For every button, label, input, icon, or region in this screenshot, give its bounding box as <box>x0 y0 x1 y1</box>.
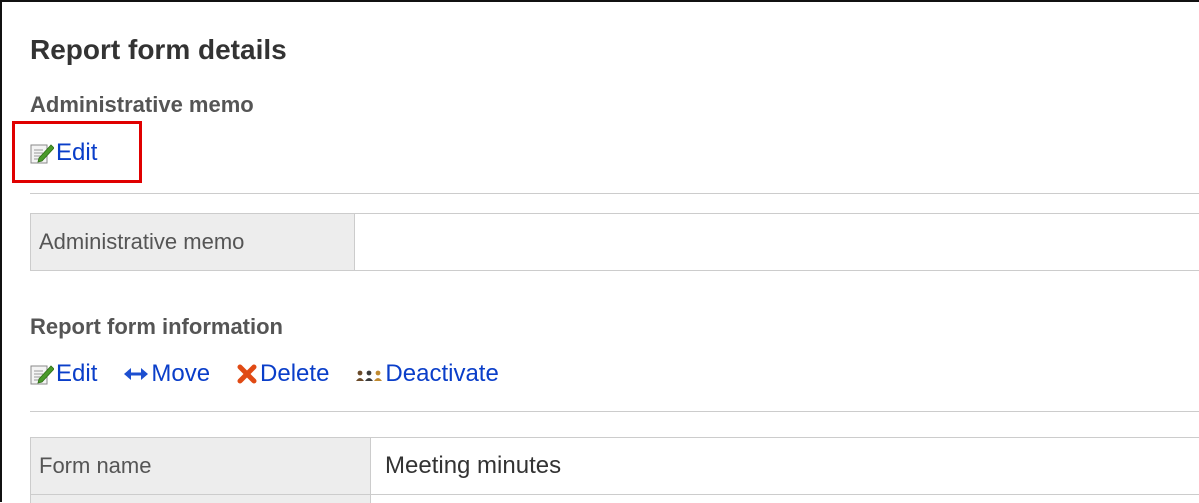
memo-edit-link[interactable]: Edit <box>30 141 97 165</box>
edit-icon <box>30 363 54 385</box>
info-edit-link[interactable]: Edit <box>30 362 97 386</box>
delete-link[interactable]: Delete <box>236 362 329 386</box>
delete-icon <box>236 363 258 385</box>
info-action-bar: Edit Move Delete Deactivate <box>30 362 525 386</box>
move-link[interactable]: Move <box>123 362 210 386</box>
memo-edit-label: Edit <box>56 139 98 166</box>
delete-label: Delete <box>260 360 330 387</box>
divider <box>30 411 1199 412</box>
memo-field-row: Administrative memo <box>30 213 1199 271</box>
page-title: Report form details <box>30 34 287 65</box>
memo-field-label: Administrative memo <box>31 214 355 270</box>
divider <box>30 193 1199 194</box>
memo-section-heading: Administrative memo <box>30 92 254 117</box>
form-name-value: Meeting minutes <box>371 438 1199 494</box>
move-label: Move <box>151 360 211 387</box>
form-name-row: Form name Meeting minutes <box>30 437 1199 494</box>
memo-field-value <box>355 214 1199 270</box>
deactivate-link[interactable]: Deactivate <box>355 360 499 387</box>
form-name-label: Form name <box>31 438 371 494</box>
info-edit-label: Edit <box>56 360 98 387</box>
deactivate-icon <box>355 366 383 382</box>
edit-icon <box>30 142 54 164</box>
move-icon <box>123 364 149 384</box>
deactivate-label: Deactivate <box>385 360 499 387</box>
info-section-heading: Report form information <box>30 314 283 339</box>
